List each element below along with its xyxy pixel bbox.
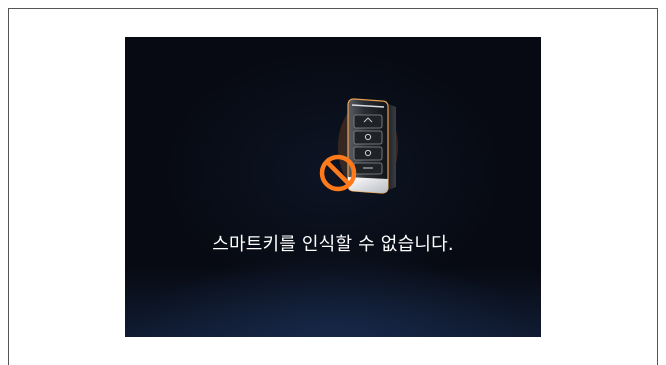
frame-top-border [8, 8, 658, 9]
frame-right-border [657, 8, 658, 365]
smart-key-error-message: 스마트키를 인식할 수 없습니다. [212, 234, 454, 255]
screen-glow [125, 267, 541, 337]
smart-key-icon [319, 98, 398, 194]
display-screen: 스마트키를 인식할 수 없습니다. [125, 37, 541, 337]
frame-left-border [8, 8, 9, 365]
